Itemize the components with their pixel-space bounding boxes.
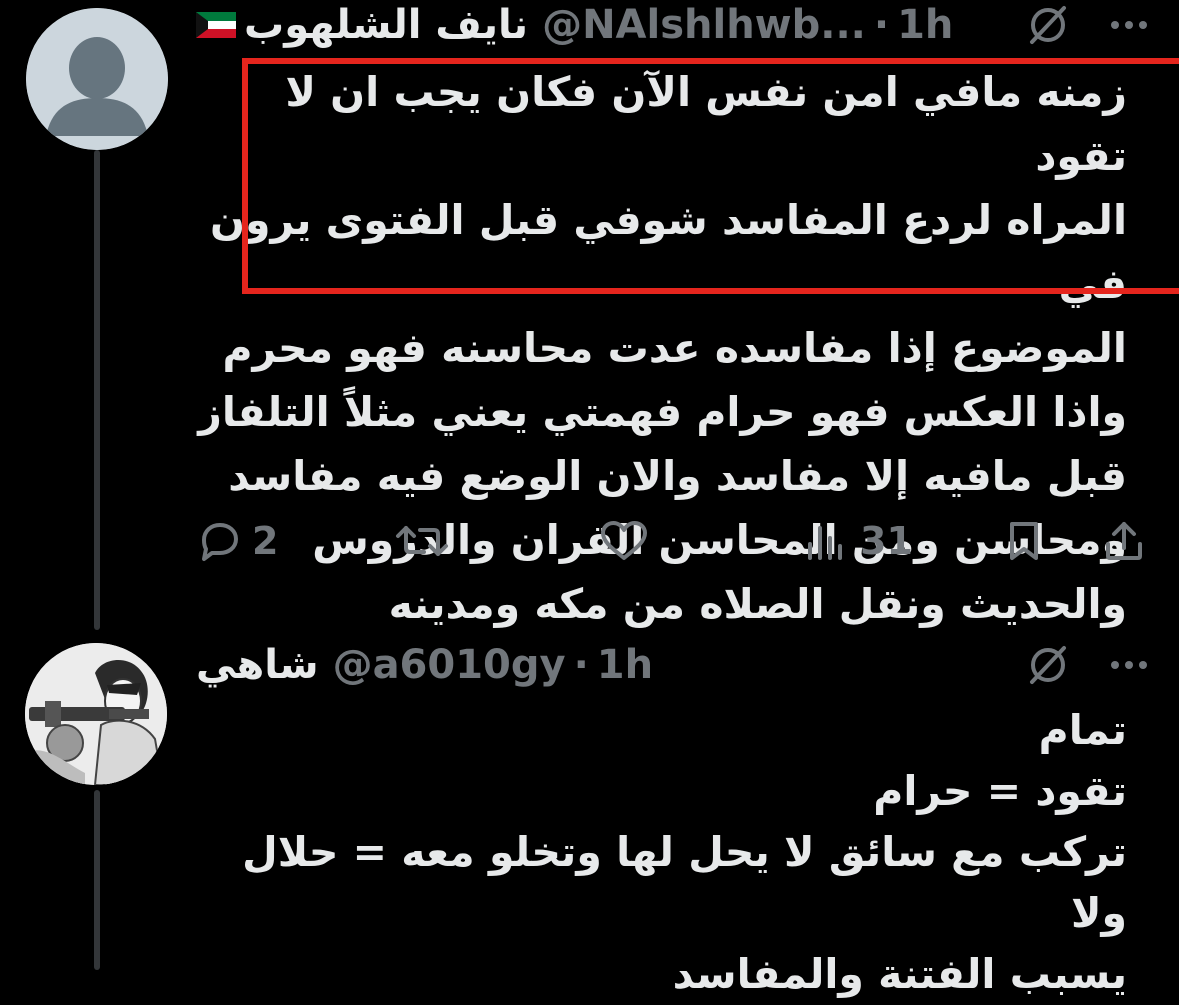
meta-separator: · <box>573 642 589 688</box>
kuwait-flag-icon <box>196 12 236 38</box>
like-button[interactable] <box>598 505 660 577</box>
author-handle[interactable]: @a6010gy <box>333 642 566 688</box>
author-handle[interactable]: @NAlshlhwb... <box>542 2 866 48</box>
retweet-button[interactable] <box>394 505 460 577</box>
retweet-icon <box>394 518 450 564</box>
meta-separator: · <box>873 2 890 48</box>
tweet-meta: نايف الشلهوب @NAlshlhwb... · 1h <box>196 2 953 48</box>
default-avatar-icon <box>26 8 168 150</box>
thread-connector-line <box>94 150 100 630</box>
tweet-header: نايف الشلهوب @NAlshlhwb... · 1h <box>196 0 1149 53</box>
avatar[interactable] <box>25 643 167 785</box>
author-display-name[interactable]: شاهي <box>196 642 319 688</box>
bookmark-button[interactable] <box>1004 505 1044 577</box>
more-icon[interactable] <box>1109 19 1149 31</box>
more-icon[interactable] <box>1109 659 1149 671</box>
tweet-timestamp[interactable]: 1h <box>597 642 653 688</box>
views-count: 31 <box>860 519 913 563</box>
heart-icon <box>598 518 650 564</box>
tweet-actions: 2 31 <box>196 505 1156 577</box>
tweet-header-actions <box>1025 642 1149 688</box>
bookmark-icon <box>1004 518 1044 564</box>
reply-button[interactable]: 2 <box>196 505 278 577</box>
share-icon <box>1101 518 1147 564</box>
tweet-header-actions <box>1025 2 1149 48</box>
author-display-name[interactable]: نايف الشلهوب <box>244 2 528 48</box>
grok-icon[interactable] <box>1025 642 1071 688</box>
views-button[interactable]: 31 <box>804 505 913 577</box>
tweet-text: تمام تقود = حرام تركب مع سائق لا يحل لها… <box>242 706 1127 998</box>
anime-character-avatar-icon <box>25 643 167 785</box>
reply-icon <box>196 518 242 564</box>
reply-count: 2 <box>252 519 279 563</box>
avatar[interactable] <box>26 8 168 150</box>
thread-connector-line <box>94 790 100 970</box>
share-button[interactable] <box>1101 505 1147 577</box>
tweet-timestamp[interactable]: 1h <box>897 2 953 48</box>
tweet-meta: شاهي @a6010gy · 1h <box>196 642 653 688</box>
views-icon <box>804 518 850 564</box>
grok-icon[interactable] <box>1025 2 1071 48</box>
tweet-header: شاهي @a6010gy · 1h <box>196 637 1149 693</box>
